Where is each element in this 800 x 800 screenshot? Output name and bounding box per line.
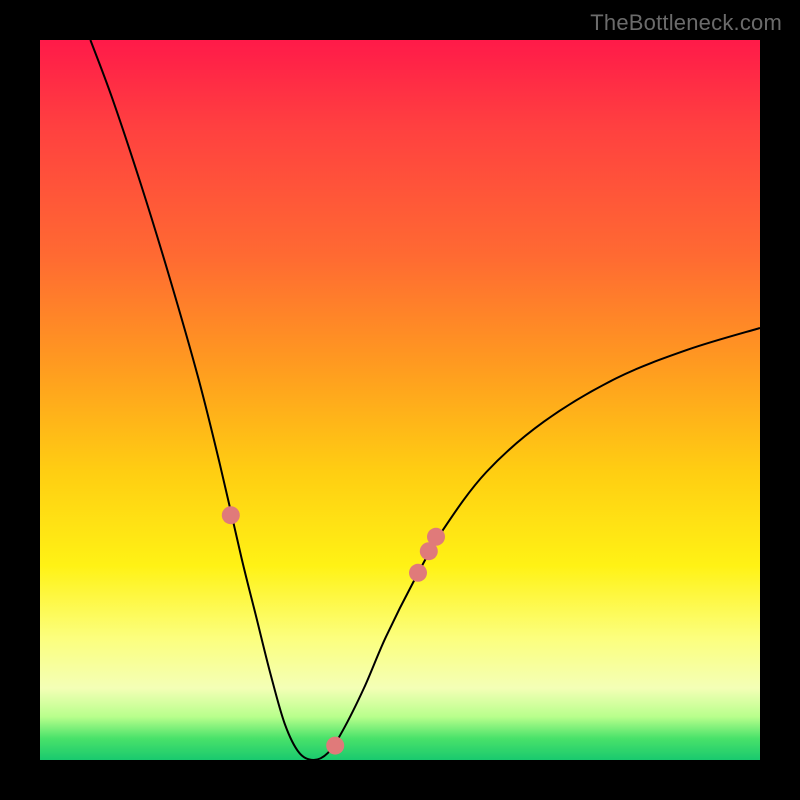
watermark-text: TheBottleneck.com	[590, 10, 782, 36]
marker-dot	[427, 528, 445, 546]
marker-dot	[409, 564, 427, 582]
chart-frame: TheBottleneck.com	[0, 0, 800, 800]
chart-svg	[40, 40, 760, 760]
marker-dot	[326, 737, 344, 755]
plot-area	[40, 40, 760, 760]
marker-dot	[222, 506, 240, 524]
bottleneck-curve	[90, 40, 760, 760]
marker-group	[222, 506, 445, 756]
